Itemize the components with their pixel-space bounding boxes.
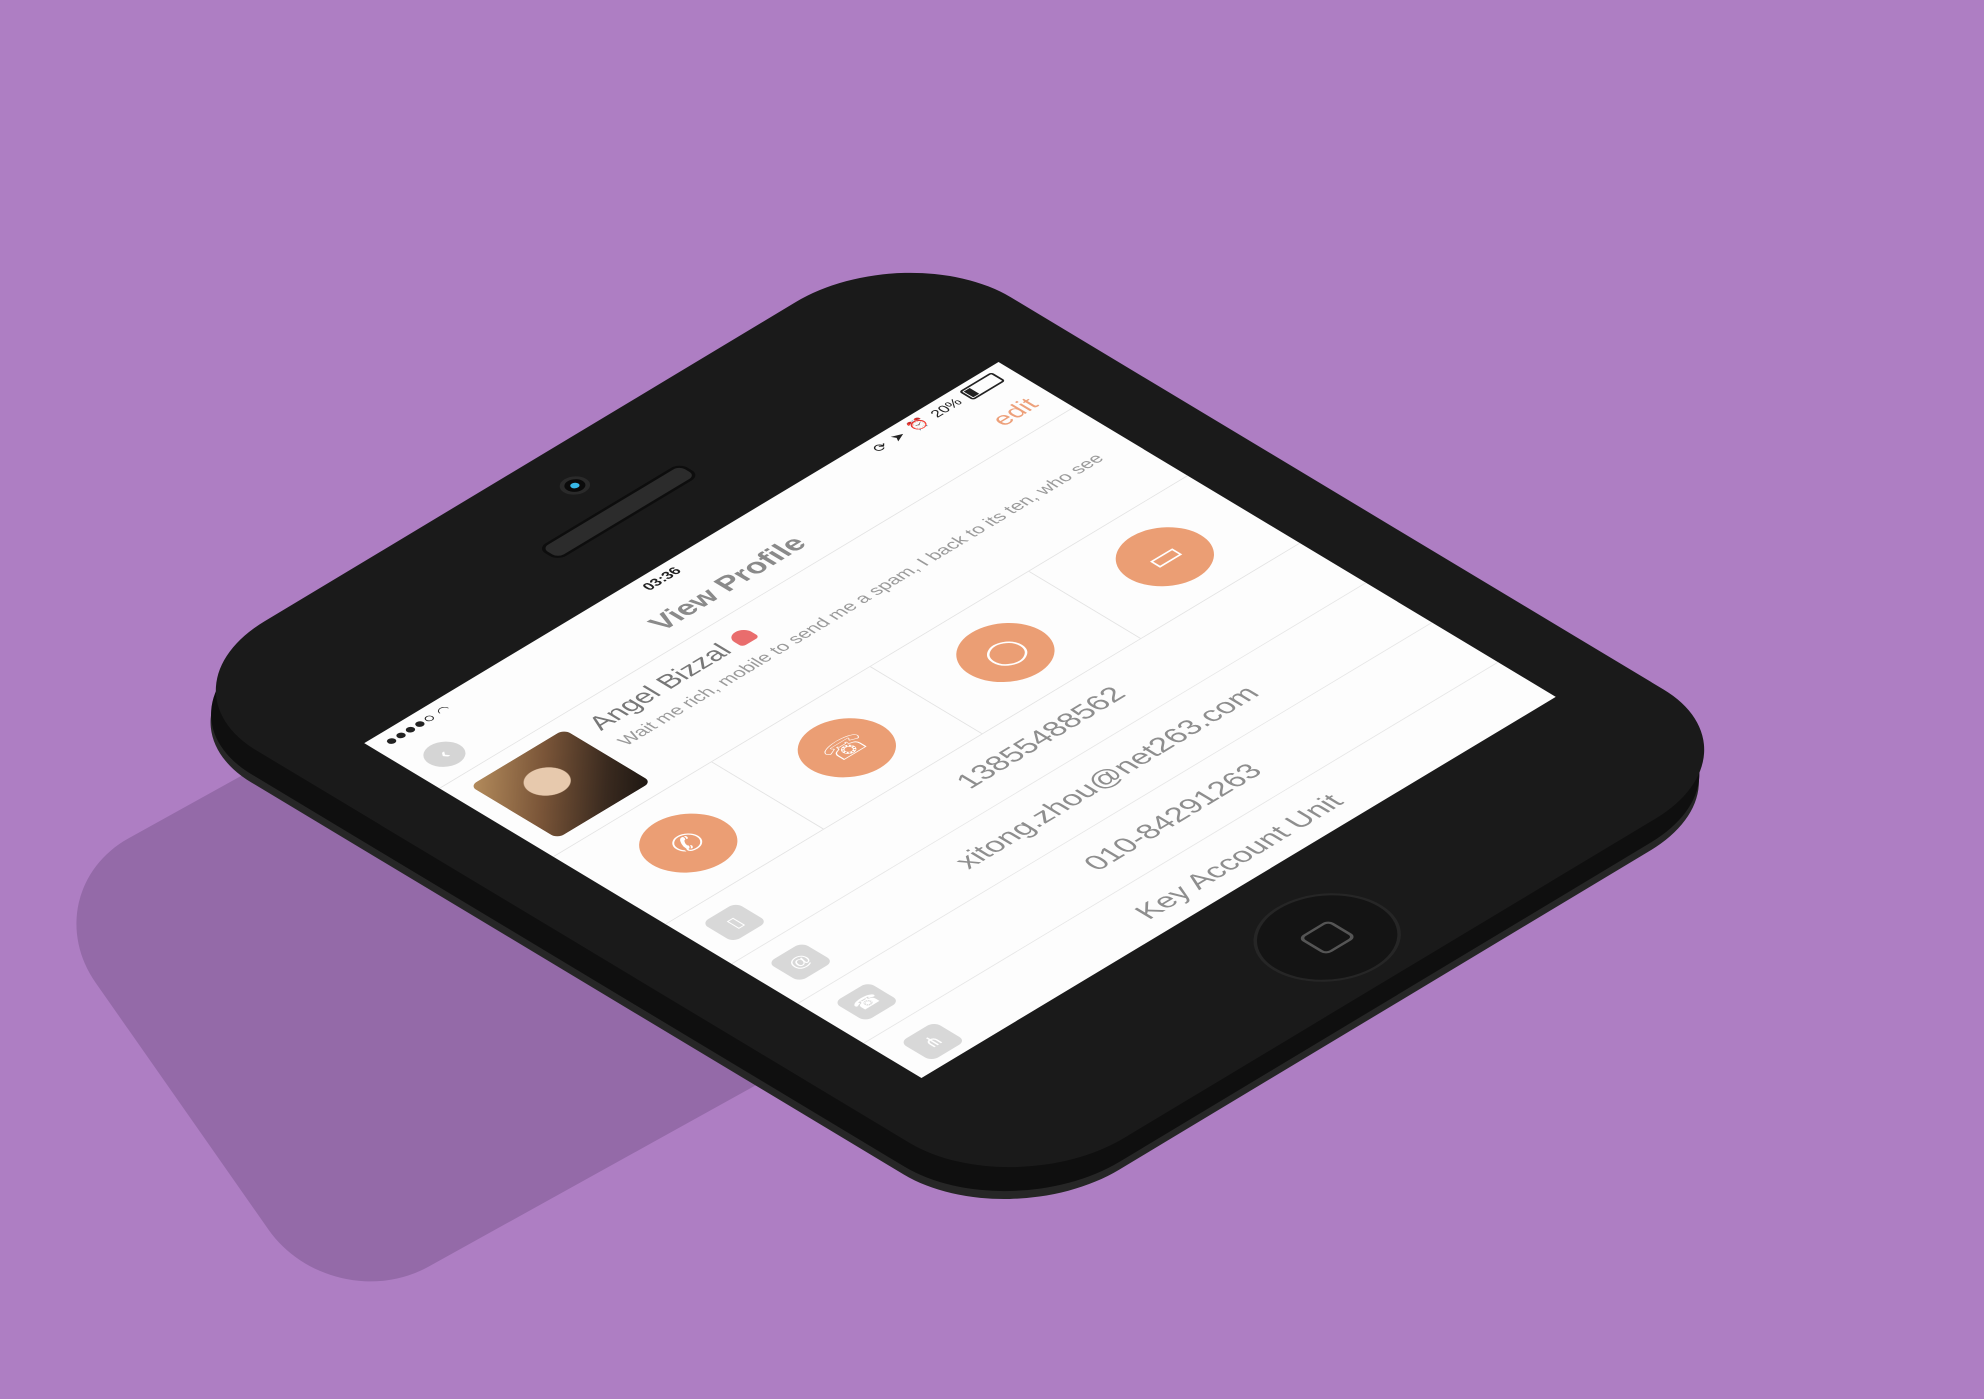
message-button[interactable]: ▭ — [1094, 515, 1234, 599]
mobile-icon: ▯ — [701, 902, 768, 943]
telephone-icon: ☎ — [833, 981, 900, 1022]
device-wrapper: ◠ 03:36 ⟳ ➤ ⏰ 20% ‹ View Profile edit An… — [0, 0, 1984, 1399]
chat-bubble-icon: ◯ — [973, 633, 1037, 672]
chat-button[interactable]: ◯ — [935, 610, 1075, 695]
iphone-device: ◠ 03:36 ⟳ ➤ ⏰ 20% ‹ View Profile edit An… — [152, 235, 1768, 1205]
home-button[interactable] — [1223, 874, 1432, 1001]
chevron-left-icon: ‹ — [432, 747, 456, 762]
location-arrow-icon: ➤ — [886, 429, 911, 445]
contact-badge-icon — [726, 627, 760, 647]
home-square-icon — [1297, 919, 1357, 956]
voip-call-icon: ☏ — [813, 727, 881, 768]
location-icon: ● — [965, 1061, 1032, 1078]
email-icon: @ — [767, 942, 834, 982]
front-camera — [553, 472, 597, 499]
phone-icon: ✆ — [660, 826, 716, 860]
organization-icon: ⋔ — [899, 1021, 966, 1062]
call-button[interactable]: ✆ — [618, 801, 758, 885]
phone-screen: ◠ 03:36 ⟳ ➤ ⏰ 20% ‹ View Profile edit An… — [364, 362, 1556, 1078]
message-icon: ▭ — [1135, 539, 1194, 575]
voip-call-button[interactable]: ☏ — [777, 706, 917, 790]
earpiece-speaker — [537, 462, 701, 561]
phone-body: ◠ 03:36 ⟳ ➤ ⏰ 20% ‹ View Profile edit An… — [152, 235, 1768, 1205]
